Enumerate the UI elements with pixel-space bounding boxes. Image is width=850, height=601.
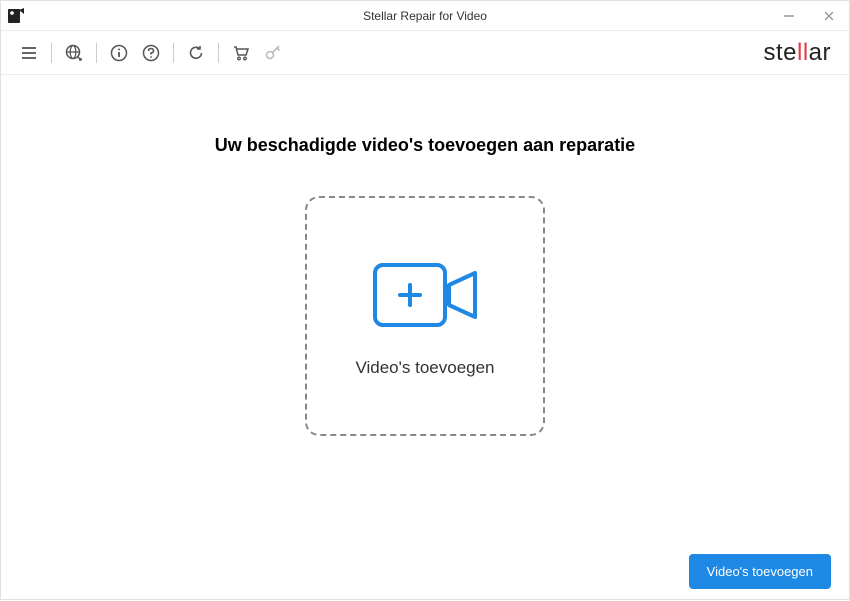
- window-title: Stellar Repair for Video: [363, 9, 487, 23]
- key-button[interactable]: [257, 37, 289, 69]
- page-title: Uw beschadigde video's toevoegen aan rep…: [215, 135, 635, 156]
- add-video-icon: [365, 255, 485, 340]
- footer: Video's toevoegen: [1, 541, 849, 601]
- window-controls: [769, 1, 849, 30]
- language-button[interactable]: [58, 37, 90, 69]
- toolbar-left: [13, 37, 289, 69]
- help-button[interactable]: [135, 37, 167, 69]
- titlebar: Stellar Repair for Video: [1, 1, 849, 31]
- brand-accent: ll: [797, 39, 809, 66]
- close-button[interactable]: [809, 1, 849, 30]
- separator: [51, 43, 52, 63]
- add-video-dropzone[interactable]: Video's toevoegen: [305, 196, 545, 436]
- toolbar: stellar: [1, 31, 849, 75]
- menu-button[interactable]: [13, 37, 45, 69]
- app-icon: [1, 1, 31, 31]
- refresh-button[interactable]: [180, 37, 212, 69]
- cart-button[interactable]: [225, 37, 257, 69]
- main-content: Uw beschadigde video's toevoegen aan rep…: [1, 75, 849, 541]
- minimize-button[interactable]: [769, 1, 809, 30]
- brand-logo: stellar: [763, 39, 831, 67]
- brand-prefix: ste: [763, 39, 797, 66]
- separator: [218, 43, 219, 63]
- brand-suffix: ar: [809, 39, 831, 66]
- dropzone-label: Video's toevoegen: [355, 358, 494, 378]
- add-videos-button[interactable]: Video's toevoegen: [689, 554, 831, 589]
- separator: [173, 43, 174, 63]
- info-button[interactable]: [103, 37, 135, 69]
- separator: [96, 43, 97, 63]
